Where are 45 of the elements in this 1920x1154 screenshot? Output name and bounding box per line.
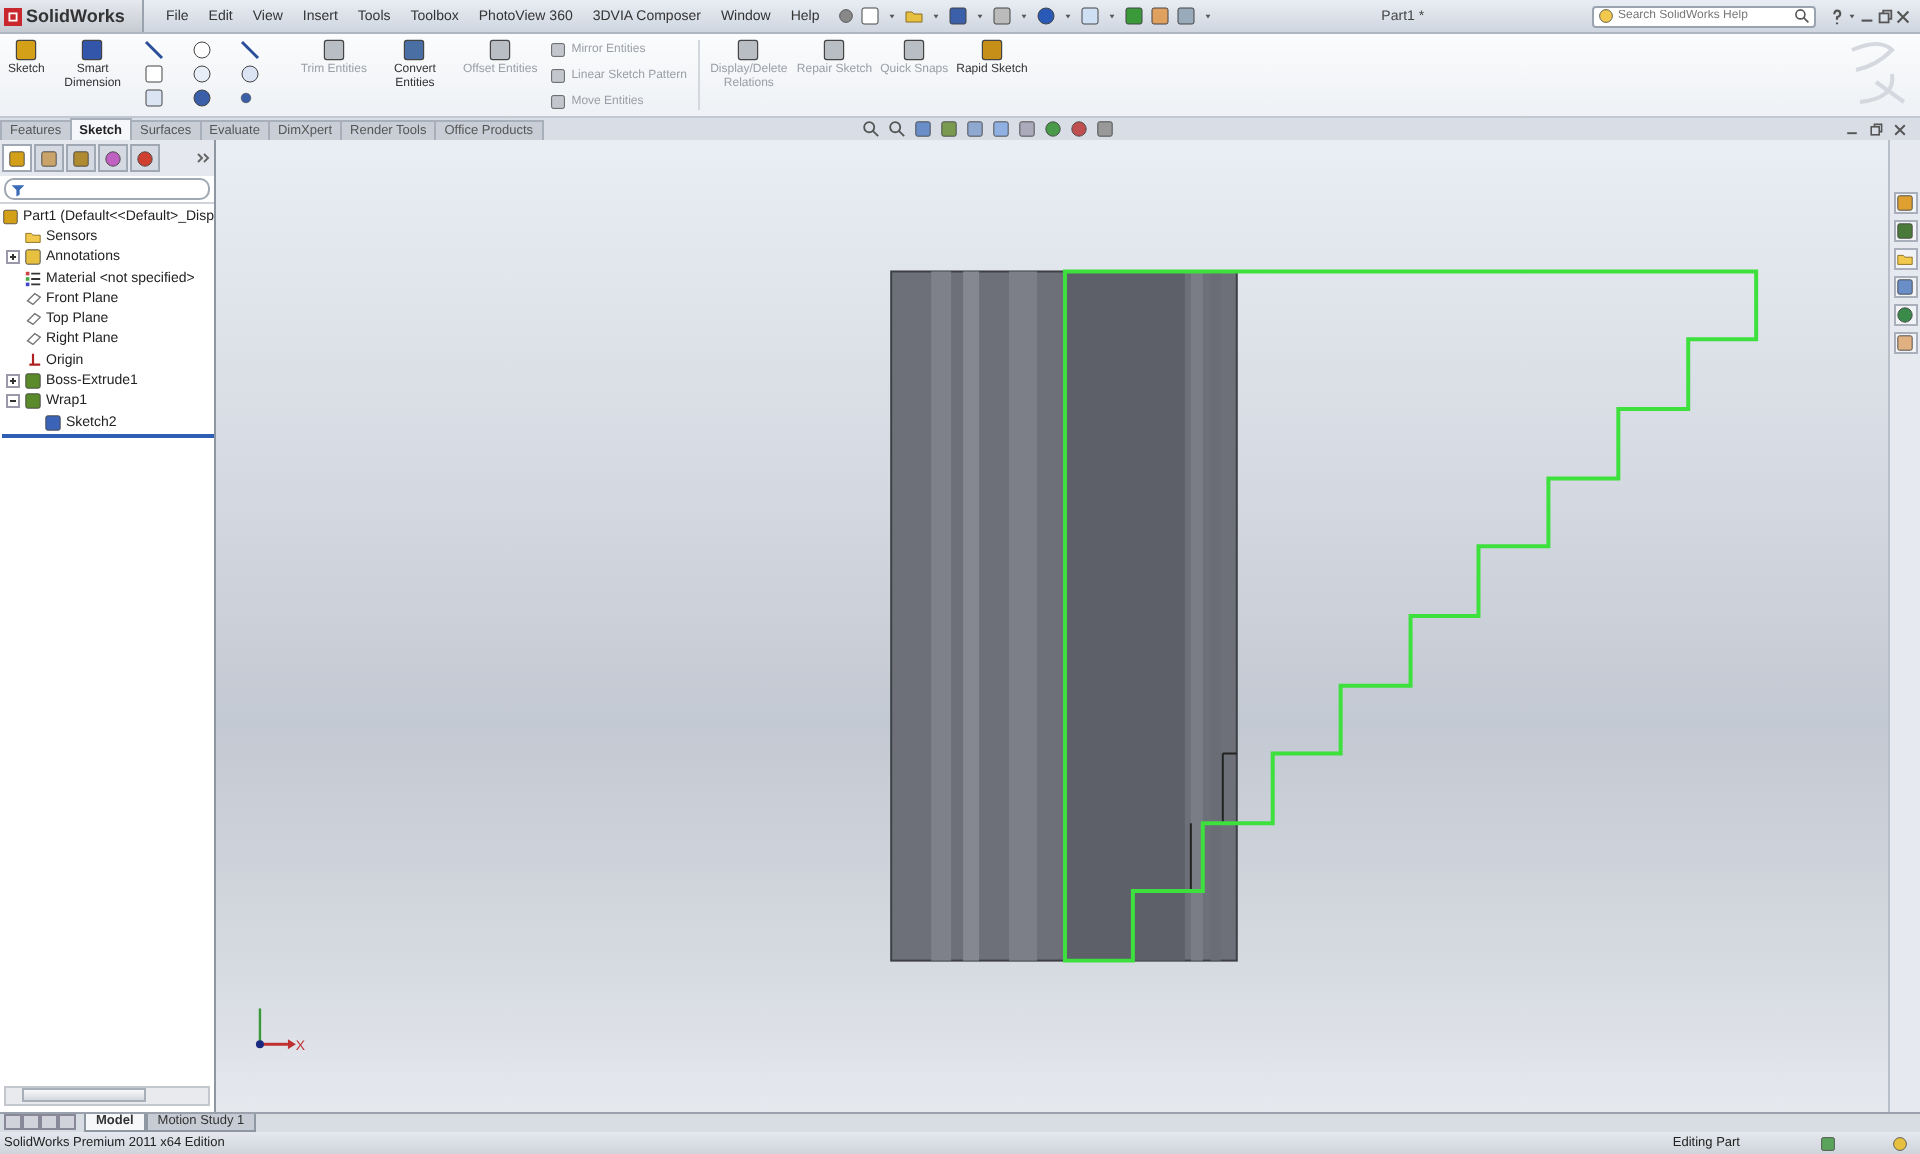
restore-icon[interactable] [1868, 121, 1884, 137]
origin-icon [24, 351, 42, 370]
collapse-icon[interactable] [6, 394, 20, 409]
filter-field[interactable] [4, 178, 210, 200]
horizontal-scrollbar[interactable] [4, 1086, 210, 1106]
dropdown-caret-icon[interactable] [1017, 10, 1030, 22]
expand-icon[interactable] [6, 374, 20, 389]
restore-icon[interactable] [1875, 7, 1894, 25]
dropdown-caret-icon[interactable] [1845, 10, 1858, 22]
expand-icon[interactable] [6, 250, 20, 265]
rollback-bar[interactable] [2, 434, 214, 439]
material-list-icon [24, 269, 42, 288]
custom-properties-button[interactable] [1893, 332, 1917, 354]
circle-tool-icon[interactable] [192, 40, 213, 60]
expand-chevron-icon[interactable] [196, 150, 212, 166]
dropdown-caret-icon[interactable] [1201, 10, 1214, 22]
file-explorer-button[interactable] [1893, 248, 1917, 270]
search-icon[interactable] [1793, 8, 1810, 24]
dropdown-caret-icon[interactable] [1061, 10, 1074, 22]
zoom-area-icon[interactable] [887, 120, 906, 138]
display-tab[interactable] [130, 144, 160, 172]
folder-icon [1896, 250, 1914, 268]
filter-icon [10, 181, 26, 197]
search-button[interactable] [1893, 276, 1917, 298]
point-tool-icon[interactable] [240, 92, 253, 104]
dropdown-caret-icon[interactable] [885, 10, 898, 22]
appearances-button[interactable] [1893, 304, 1917, 326]
dropdown-caret-icon[interactable] [973, 10, 986, 22]
close-icon[interactable] [1893, 7, 1912, 25]
logo-icon [4, 7, 22, 25]
configuration-tab[interactable] [66, 144, 96, 172]
dropdown-caret-icon[interactable] [929, 10, 942, 22]
app-name: SolidWorks [26, 6, 125, 26]
zoom-fit-icon[interactable] [861, 120, 880, 138]
folder-icon [24, 227, 42, 246]
feature-tree-tab[interactable] [2, 144, 32, 172]
rectangle-tool-icon[interactable] [144, 64, 165, 84]
close-icon[interactable] [1892, 121, 1908, 137]
dimxpert-tab[interactable] [98, 144, 128, 172]
line-tool-icon[interactable] [144, 40, 165, 60]
library-button[interactable] [1893, 220, 1917, 242]
resources-button[interactable] [1893, 192, 1917, 214]
sketch-profile[interactable] [1063, 269, 1759, 963]
property-tab[interactable] [34, 144, 64, 172]
dropdown-caret-icon[interactable] [1105, 10, 1118, 22]
